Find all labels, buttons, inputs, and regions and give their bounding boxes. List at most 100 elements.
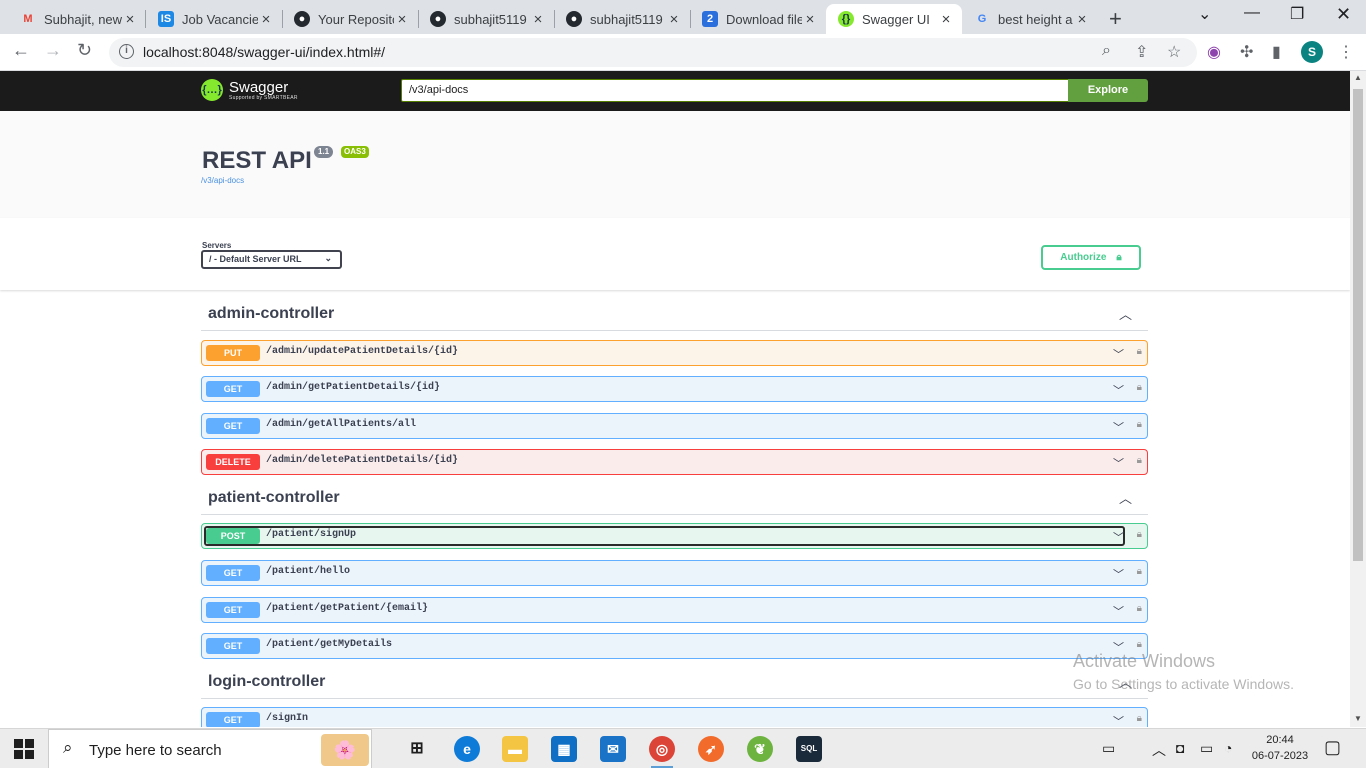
new-tab-button[interactable]: + xyxy=(1109,6,1122,32)
spec-url-input[interactable]: /v3/api-docs xyxy=(401,79,1069,102)
postman-icon[interactable]: ➶ xyxy=(698,736,724,762)
operation-row[interactable]: PUT /admin/updatePatientDetails/{id} ﹀ 🔒… xyxy=(201,340,1148,366)
close-icon[interactable]: × xyxy=(530,11,546,28)
chevron-down-icon[interactable]: ﹀ xyxy=(1113,713,1124,727)
start-button[interactable] xyxy=(14,739,34,759)
taskbar-search-box[interactable]: ⌕ Type here to search 🌸 xyxy=(48,729,372,768)
tab-your-repository[interactable]: ● Your Reposito × xyxy=(282,4,418,34)
operation-row[interactable]: GET /admin/getAllPatients/all ﹀ 🔒︎ xyxy=(201,413,1148,439)
chevron-down-icon[interactable]: ﹀ xyxy=(1113,566,1124,582)
swagger-logo[interactable]: {…} Swagger Supported by SMARTBEAR xyxy=(201,79,298,101)
gmail-icon: M xyxy=(23,13,33,25)
taskbar-clock[interactable]: 20:44 06-07-2023 xyxy=(1250,732,1310,764)
tab-swagger-ui[interactable]: {} Swagger UI × xyxy=(826,4,962,34)
lock-icon[interactable]: 🔒︎ xyxy=(1137,346,1142,357)
more-menu-icon[interactable]: ⋮ xyxy=(1338,42,1354,62)
tab-github-1[interactable]: ● subhajit5119 × xyxy=(418,4,554,34)
reload-button[interactable]: ↻ xyxy=(77,40,92,61)
restore-button[interactable]: ❐ xyxy=(1290,4,1304,24)
address-bar[interactable]: i localhost:8048/swagger-ui/index.html#/… xyxy=(109,38,1197,67)
tab-search-chevron-icon[interactable]: ⌄ xyxy=(1198,4,1211,24)
close-icon[interactable]: × xyxy=(938,11,954,28)
operation-row[interactable]: GET /patient/getPatient/{email} ﹀ 🔒︎ xyxy=(201,597,1148,623)
close-icon[interactable]: × xyxy=(1074,11,1090,28)
extensions-puzzle-icon[interactable]: ✣ xyxy=(1240,42,1253,62)
wifi-icon[interactable]: ◔ xyxy=(1224,740,1232,756)
tray-chevron-up-icon[interactable]: ︿ xyxy=(1152,740,1166,760)
explore-button[interactable]: Explore xyxy=(1068,79,1148,102)
share-icon[interactable]: ⇪ xyxy=(1135,42,1148,62)
chevron-down-icon[interactable]: ﹀ xyxy=(1113,603,1124,619)
chevron-up-icon[interactable]: ︿ xyxy=(1119,304,1132,323)
battery-icon[interactable]: ▭ xyxy=(1200,740,1213,757)
close-icon[interactable]: × xyxy=(122,11,138,28)
tag-patient-controller[interactable]: patient-controller ︿ xyxy=(201,485,1148,515)
profile-avatar[interactable]: S xyxy=(1301,41,1323,63)
operation-row[interactable]: GET /patient/getMyDetails ﹀ 🔒︎ xyxy=(201,633,1148,659)
scrollbar-thumb[interactable] xyxy=(1353,89,1363,561)
bookmark-star-icon[interactable]: ☆ xyxy=(1167,42,1181,62)
tab-job-vacancies[interactable]: IS Job Vacancies × xyxy=(146,4,282,34)
mail-icon[interactable]: ✉ xyxy=(600,736,626,762)
close-icon[interactable]: × xyxy=(802,11,818,28)
chevron-up-icon[interactable]: ︿ xyxy=(1119,488,1132,507)
chevron-down-icon[interactable]: ﹀ xyxy=(1113,455,1124,471)
tab-label: Swagger UI xyxy=(862,11,930,27)
scroll-up-arrow-icon[interactable]: ▲ xyxy=(1354,73,1362,82)
chevron-down-icon[interactable]: ﹀ xyxy=(1113,382,1124,398)
webcam-icon[interactable]: ◘ xyxy=(1176,740,1184,756)
lock-icon[interactable]: 🔒︎ xyxy=(1137,713,1142,724)
operation-row[interactable]: DELETE /admin/deletePatientDetails/{id} … xyxy=(201,449,1148,475)
server-select[interactable]: / - Default Server URL ⌄ xyxy=(201,250,342,269)
mysql-workbench-icon[interactable]: SQL xyxy=(796,736,822,762)
tab-github-2[interactable]: ● subhajit5119 × xyxy=(554,4,690,34)
swagger-icon: {} xyxy=(838,11,854,27)
microsoft-store-icon[interactable]: ▦ xyxy=(551,736,577,762)
operation-row[interactable]: GET /admin/getPatientDetails/{id} ﹀ 🔒︎ xyxy=(201,376,1148,402)
operation-row[interactable]: GET /patient/hello ﹀ 🔒︎ xyxy=(201,560,1148,586)
lock-icon[interactable]: 🔒︎ xyxy=(1137,529,1142,540)
method-badge: GET xyxy=(206,565,260,581)
notification-icon[interactable]: ▢ xyxy=(1324,737,1341,758)
chevron-down-icon[interactable]: ﹀ xyxy=(1113,529,1124,545)
operation-row[interactable]: POST /patient/signUp ﹀ 🔒︎ xyxy=(201,523,1148,549)
lock-icon[interactable]: 🔒︎ xyxy=(1137,455,1142,466)
site-info-icon[interactable]: i xyxy=(119,44,134,59)
chevron-down-icon[interactable]: ﹀ xyxy=(1113,419,1124,435)
keyboard-input-icon[interactable]: ▭ xyxy=(1102,740,1115,757)
lock-icon[interactable]: 🔒︎ xyxy=(1137,382,1142,393)
window-close-button[interactable]: ✕ xyxy=(1336,4,1351,25)
spring-tool-suite-icon[interactable]: ❦ xyxy=(747,736,773,762)
close-icon[interactable]: × xyxy=(258,11,274,28)
tab-download-file[interactable]: 2 Download file × xyxy=(690,4,826,34)
close-icon[interactable]: × xyxy=(394,11,410,28)
spec-link[interactable]: /v3/api-docs xyxy=(201,176,244,185)
side-panel-icon[interactable]: ▮ xyxy=(1272,42,1281,62)
chrome-icon[interactable]: ◎ xyxy=(649,736,675,768)
back-button[interactable]: ← xyxy=(12,40,30,61)
url-text[interactable]: localhost:8048/swagger-ui/index.html#/ xyxy=(143,44,385,60)
operation-row[interactable]: GET /signIn ﹀ 🔒︎ xyxy=(201,707,1148,727)
tab-google-search[interactable]: G best height a × xyxy=(962,4,1098,34)
file-explorer-icon[interactable]: ▬ xyxy=(502,736,528,762)
servers-label: Servers xyxy=(202,241,232,250)
tag-admin-controller[interactable]: admin-controller ︿ xyxy=(201,301,1148,331)
task-view-icon[interactable]: ⊞ xyxy=(404,736,430,762)
chevron-down-icon[interactable]: ﹀ xyxy=(1113,346,1124,362)
forward-button[interactable]: → xyxy=(44,40,62,61)
lock-icon[interactable]: 🔒︎ xyxy=(1137,566,1142,577)
close-icon[interactable]: × xyxy=(666,11,682,28)
lock-icon[interactable]: 🔒︎ xyxy=(1137,603,1142,614)
lock-icon[interactable]: 🔒︎ xyxy=(1137,639,1142,650)
page-scrollbar[interactable]: ▲ ▼ xyxy=(1350,71,1366,727)
lock-icon[interactable]: 🔒︎ xyxy=(1137,419,1142,430)
zoom-icon[interactable]: ⌕ xyxy=(1102,42,1111,60)
search-highlight-image[interactable]: 🌸 xyxy=(321,734,369,766)
tab-gmail[interactable]: M Subhajit, new × xyxy=(8,4,146,34)
tag-login-controller[interactable]: login-controller ︿ xyxy=(201,669,1148,699)
minimize-button[interactable]: — xyxy=(1244,4,1260,22)
scroll-down-arrow-icon[interactable]: ▼ xyxy=(1354,714,1362,723)
edge-icon[interactable]: e xyxy=(454,736,480,762)
authorize-button[interactable]: Authorize 🔒︎ xyxy=(1041,245,1141,270)
color-extension-icon[interactable]: ◉ xyxy=(1207,42,1221,62)
